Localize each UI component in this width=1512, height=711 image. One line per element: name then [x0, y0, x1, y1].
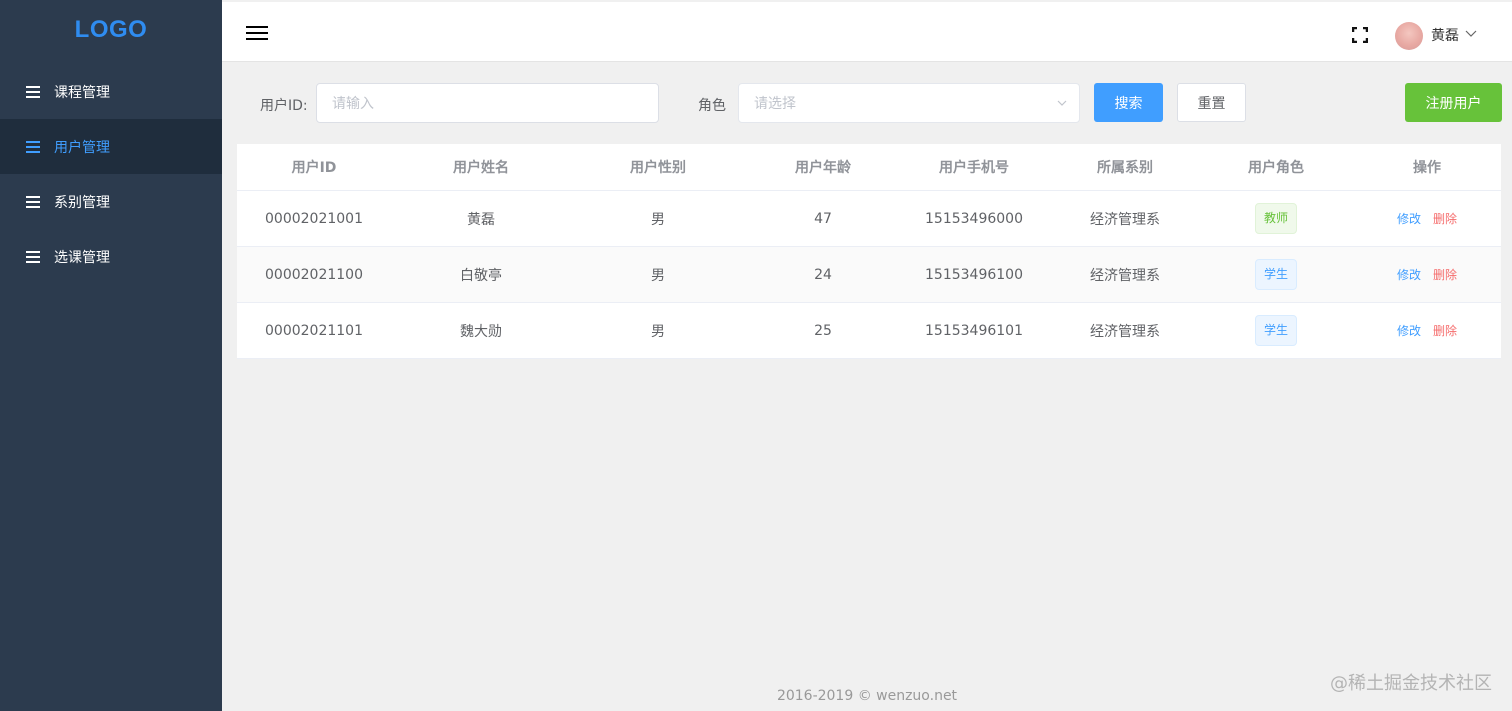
- sidebar-item-enrollment[interactable]: 选课管理: [0, 229, 222, 284]
- sidebar-item-label: 用户管理: [54, 139, 110, 156]
- role-badge: 学生: [1254, 259, 1298, 290]
- sidebar: LOGO 课程管理 用户管理 系别管理 选课管理: [0, 0, 222, 711]
- cell-phone: 15153496101: [925, 322, 1023, 339]
- cell-role: 学生: [1254, 315, 1298, 346]
- column-header: 用户年龄: [795, 160, 851, 176]
- column-header: 用户ID: [291, 160, 337, 176]
- footer-copyright: 2016-2019 © wenzuo.net: [776, 688, 958, 704]
- cell-role: 教师: [1254, 203, 1298, 234]
- reset-button[interactable]: 重置: [1177, 83, 1246, 122]
- role-badge: 教师: [1254, 203, 1298, 234]
- column-header: 用户性别: [630, 160, 686, 176]
- cell-gender: 男: [651, 267, 665, 284]
- fullscreen-icon[interactable]: [1352, 27, 1368, 43]
- user-id-placeholder: 请输入: [332, 96, 374, 112]
- role-select[interactable]: 请选择: [738, 83, 1080, 123]
- table-row: 00002021001 黄磊 男 47 15153496000 经济管理系 教师…: [237, 191, 1501, 247]
- username[interactable]: 黄磊: [1431, 25, 1459, 45]
- avatar[interactable]: [1395, 22, 1423, 50]
- cell-age: 25: [814, 322, 832, 339]
- user-id-input[interactable]: 请输入: [316, 83, 659, 123]
- cell-gender: 男: [651, 211, 665, 228]
- cell-age: 47: [814, 210, 832, 227]
- cell-gender: 男: [651, 323, 665, 340]
- sidebar-item-departments[interactable]: 系别管理: [0, 174, 222, 229]
- app-root: LOGO 课程管理 用户管理 系别管理 选课管理 黄磊 用户ID: 请输入 角色…: [0, 0, 1512, 711]
- delete-link[interactable]: 删除: [1433, 324, 1457, 338]
- cell-department: 经济管理系: [1090, 267, 1160, 284]
- sidebar-item-label: 系别管理: [54, 194, 110, 211]
- delete-link[interactable]: 删除: [1433, 268, 1457, 282]
- sidebar-item-label: 课程管理: [54, 84, 110, 101]
- cell-age: 24: [814, 266, 832, 283]
- role-badge: 学生: [1254, 315, 1298, 346]
- cell-phone: 15153496100: [925, 266, 1023, 283]
- logo: LOGO: [74, 16, 148, 43]
- column-header: 所属系别: [1097, 160, 1153, 176]
- column-header: 操作: [1413, 160, 1441, 176]
- user-table: 用户ID 用户姓名 用户性别 用户年龄 用户手机号 所属系别 用户角色 操作 0…: [237, 144, 1501, 359]
- filter-bar: 用户ID: 请输入 角色 请选择 搜索 重置 注册用户: [222, 62, 1512, 142]
- table-header-row: 用户ID 用户姓名 用户性别 用户年龄 用户手机号 所属系别 用户角色 操作: [237, 144, 1501, 191]
- cell-user-id: 00002021100: [265, 266, 363, 283]
- cell-department: 经济管理系: [1090, 323, 1160, 340]
- cell-user-name: 白敬亭: [460, 267, 502, 284]
- edit-link[interactable]: 修改: [1397, 212, 1421, 226]
- table-row: 00002021100 白敬亭 男 24 15153496100 经济管理系 学…: [237, 247, 1501, 303]
- collapse-menu-icon[interactable]: [246, 26, 268, 42]
- register-user-button[interactable]: 注册用户: [1405, 83, 1502, 122]
- table-row: 00002021101 魏大勋 男 25 15153496101 经济管理系 学…: [237, 303, 1501, 359]
- menu-icon: [26, 140, 40, 153]
- delete-link[interactable]: 删除: [1433, 212, 1457, 226]
- edit-link[interactable]: 修改: [1397, 268, 1421, 282]
- column-header: 用户姓名: [453, 160, 509, 176]
- menu-icon: [26, 250, 40, 263]
- cell-actions: 修改 删除: [1397, 266, 1457, 283]
- sidebar-item-label: 选课管理: [54, 249, 110, 266]
- role-placeholder: 请选择: [754, 96, 796, 112]
- cell-user-name: 黄磊: [467, 211, 495, 228]
- cell-user-id: 00002021101: [265, 322, 363, 339]
- sidebar-menu: 课程管理 用户管理 系别管理 选课管理: [0, 64, 222, 284]
- role-label: 角色: [698, 98, 726, 114]
- cell-user-name: 魏大勋: [460, 323, 502, 340]
- cell-user-id: 00002021001: [265, 210, 363, 227]
- cell-actions: 修改 删除: [1397, 322, 1457, 339]
- chevron-down-icon[interactable]: [1465, 28, 1477, 38]
- column-header: 用户角色: [1248, 160, 1304, 176]
- cell-actions: 修改 删除: [1397, 210, 1457, 227]
- cell-role: 学生: [1254, 259, 1298, 290]
- cell-phone: 15153496000: [925, 210, 1023, 227]
- sidebar-item-users[interactable]: 用户管理: [0, 119, 222, 174]
- chevron-down-icon: [1057, 100, 1067, 106]
- edit-link[interactable]: 修改: [1397, 324, 1421, 338]
- column-header: 用户手机号: [939, 160, 1009, 176]
- cell-department: 经济管理系: [1090, 211, 1160, 228]
- top-header: 黄磊: [222, 2, 1512, 62]
- search-button[interactable]: 搜索: [1094, 83, 1163, 122]
- watermark: @稀土掘金技术社区: [1330, 673, 1492, 694]
- sidebar-item-courses[interactable]: 课程管理: [0, 64, 222, 119]
- menu-icon: [26, 85, 40, 98]
- user-id-label: 用户ID:: [260, 98, 308, 114]
- menu-icon: [26, 195, 40, 208]
